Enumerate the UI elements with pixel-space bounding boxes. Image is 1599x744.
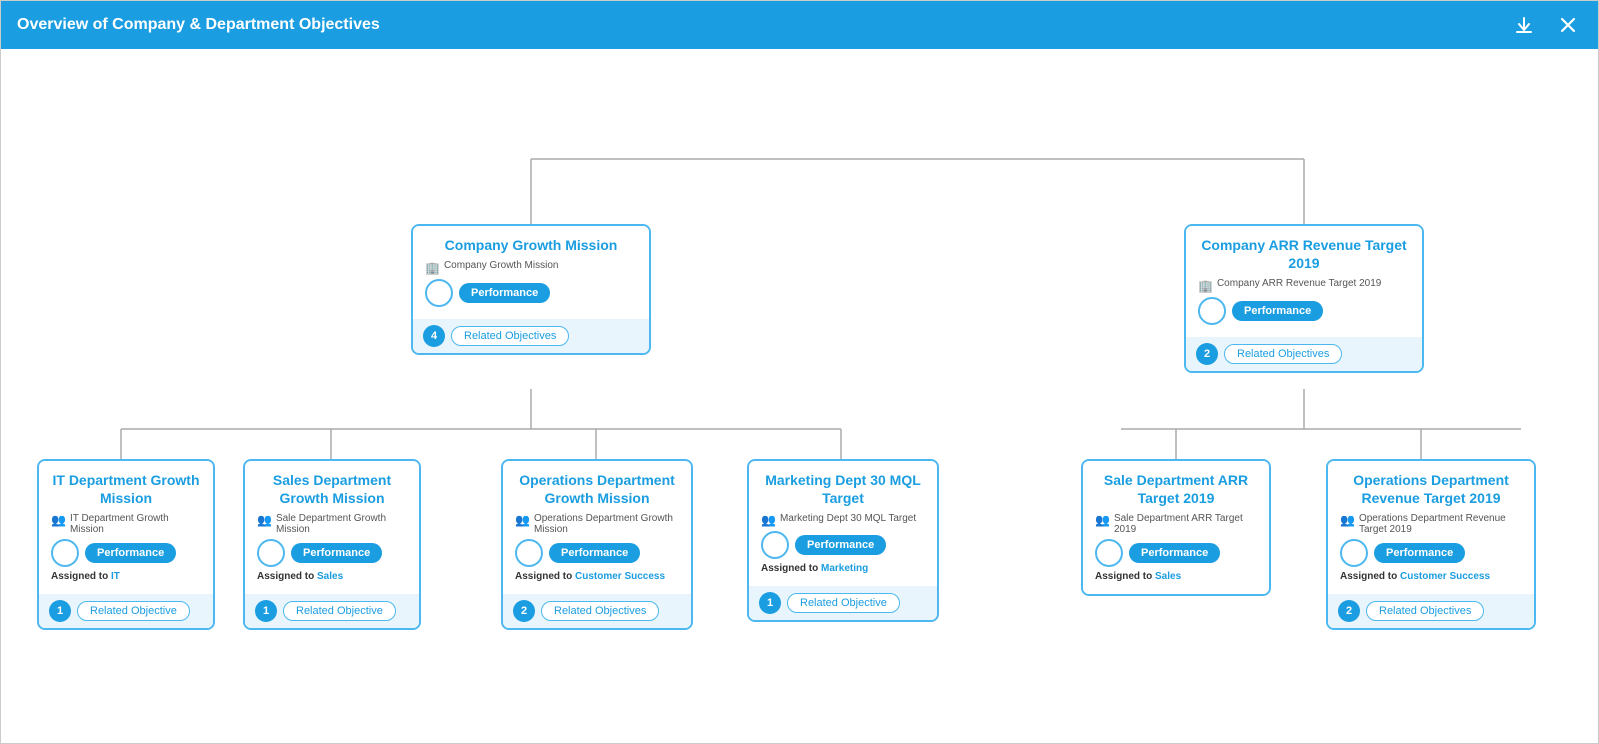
card-top: Marketing Dept 30 MQL Target 👥 Marketing… [749, 461, 937, 586]
card-assigned: Assigned to Sales [1095, 571, 1257, 582]
title-bar-actions [1510, 11, 1582, 39]
perf-circle [761, 531, 789, 559]
related-badge: 4 [423, 325, 445, 347]
related-objectives-button[interactable]: Related Objectives [541, 601, 659, 621]
card-ops-revenue: Operations Department Revenue Target 201… [1326, 459, 1536, 630]
card-top: Company ARR Revenue Target 2019 🏢 Compan… [1186, 226, 1422, 337]
card-bottom: 1 Related Objective [749, 586, 937, 620]
card-sales-dept: Sales Department Growth Mission 👥 Sale D… [243, 459, 421, 630]
perf-row: Performance [515, 539, 679, 567]
related-badge: 2 [1196, 343, 1218, 365]
related-objective-button[interactable]: Related Objective [283, 601, 396, 621]
card-sale-arr: Sale Department ARR Target 2019 👥 Sale D… [1081, 459, 1271, 596]
card-it-dept: IT Department Growth Mission 👥 IT Depart… [37, 459, 215, 630]
card-subtitle: 👥 Marketing Dept 30 MQL Target [761, 513, 925, 527]
card-assigned: Assigned to Marketing [761, 563, 925, 574]
card-top: Sales Department Growth Mission 👥 Sale D… [245, 461, 419, 594]
card-title: Company ARR Revenue Target 2019 [1198, 236, 1410, 272]
building-icon: 🏢 [1198, 279, 1213, 293]
card-bottom: 4 Related Objectives [413, 319, 649, 353]
card-assigned: Assigned to IT [51, 571, 201, 582]
performance-button[interactable]: Performance [85, 543, 176, 563]
perf-row: Performance [257, 539, 407, 567]
perf-row: Performance [1198, 297, 1410, 325]
card-subtitle: 👥 IT Department Growth Mission [51, 513, 201, 535]
related-objectives-button[interactable]: Related Objectives [1224, 344, 1342, 364]
related-objectives-button[interactable]: Related Objectives [451, 326, 569, 346]
perf-circle [1340, 539, 1368, 567]
title-bar: Overview of Company & Department Objecti… [1, 1, 1598, 49]
tree-container: Company Growth Mission 🏢 Company Growth … [21, 69, 1578, 729]
group-icon: 👥 [1095, 513, 1110, 527]
card-title: Marketing Dept 30 MQL Target [761, 471, 925, 507]
card-subtitle: 👥 Sale Department Growth Mission [257, 513, 407, 535]
card-marketing-dept: Marketing Dept 30 MQL Target 👥 Marketing… [747, 459, 939, 622]
perf-row: Performance [1340, 539, 1522, 567]
app-window: Overview of Company & Department Objecti… [0, 0, 1599, 744]
card-subtitle: 🏢 Company ARR Revenue Target 2019 [1198, 278, 1410, 293]
related-objectives-button[interactable]: Related Objectives [1366, 601, 1484, 621]
card-subtitle: 👥 Sale Department ARR Target 2019 [1095, 513, 1257, 535]
perf-row: Performance [761, 531, 925, 559]
perf-circle [1198, 297, 1226, 325]
card-top: Operations Department Revenue Target 201… [1328, 461, 1534, 594]
performance-button[interactable]: Performance [1374, 543, 1465, 563]
card-company-growth: Company Growth Mission 🏢 Company Growth … [411, 224, 651, 355]
group-icon: 👥 [1340, 513, 1355, 527]
performance-button[interactable]: Performance [1232, 301, 1323, 321]
card-assigned: Assigned to Customer Success [1340, 571, 1522, 582]
card-bottom: 2 Related Objectives [503, 594, 691, 628]
perf-circle [51, 539, 79, 567]
card-top: Sale Department ARR Target 2019 👥 Sale D… [1083, 461, 1269, 594]
card-top: IT Department Growth Mission 👥 IT Depart… [39, 461, 213, 594]
card-subtitle: 👥 Operations Department Growth Mission [515, 513, 679, 535]
card-assigned: Assigned to Sales [257, 571, 407, 582]
card-title: Company Growth Mission [425, 236, 637, 254]
card-bottom: 2 Related Objectives [1328, 594, 1534, 628]
related-badge: 1 [49, 600, 71, 622]
group-icon: 👥 [51, 513, 66, 527]
card-title: IT Department Growth Mission [51, 471, 201, 507]
card-top: Operations Department Growth Mission 👥 O… [503, 461, 691, 594]
card-title: Operations Department Growth Mission [515, 471, 679, 507]
perf-circle [425, 279, 453, 307]
performance-button[interactable]: Performance [459, 283, 550, 303]
card-assigned: Assigned to Customer Success [515, 571, 679, 582]
related-badge: 2 [1338, 600, 1360, 622]
perf-circle [1095, 539, 1123, 567]
content-area: Company Growth Mission 🏢 Company Growth … [1, 49, 1598, 743]
card-bottom: 1 Related Objective [39, 594, 213, 628]
perf-circle [257, 539, 285, 567]
group-icon: 👥 [257, 513, 272, 527]
perf-row: Performance [51, 539, 201, 567]
performance-button[interactable]: Performance [795, 535, 886, 555]
card-top: Company Growth Mission 🏢 Company Growth … [413, 226, 649, 319]
group-icon: 👥 [515, 513, 530, 527]
card-title: Operations Department Revenue Target 201… [1340, 471, 1522, 507]
perf-row: Performance [1095, 539, 1257, 567]
card-subtitle: 👥 Operations Department Revenue Target 2… [1340, 513, 1522, 535]
performance-button[interactable]: Performance [1129, 543, 1220, 563]
card-bottom: 2 Related Objectives [1186, 337, 1422, 371]
close-button[interactable] [1554, 11, 1582, 39]
related-badge: 1 [759, 592, 781, 614]
card-subtitle: 🏢 Company Growth Mission [425, 260, 637, 275]
related-objective-button[interactable]: Related Objective [77, 601, 190, 621]
perf-circle [515, 539, 543, 567]
building-icon: 🏢 [425, 261, 440, 275]
related-badge: 1 [255, 600, 277, 622]
card-ops-dept: Operations Department Growth Mission 👥 O… [501, 459, 693, 630]
card-company-arr: Company ARR Revenue Target 2019 🏢 Compan… [1184, 224, 1424, 373]
related-badge: 2 [513, 600, 535, 622]
card-title: Sale Department ARR Target 2019 [1095, 471, 1257, 507]
card-title: Sales Department Growth Mission [257, 471, 407, 507]
download-button[interactable] [1510, 11, 1538, 39]
card-bottom: 1 Related Objective [245, 594, 419, 628]
related-objective-button[interactable]: Related Objective [787, 593, 900, 613]
window-title: Overview of Company & Department Objecti… [17, 16, 380, 34]
group-icon: 👥 [761, 513, 776, 527]
performance-button[interactable]: Performance [549, 543, 640, 563]
perf-row: Performance [425, 279, 637, 307]
performance-button[interactable]: Performance [291, 543, 382, 563]
